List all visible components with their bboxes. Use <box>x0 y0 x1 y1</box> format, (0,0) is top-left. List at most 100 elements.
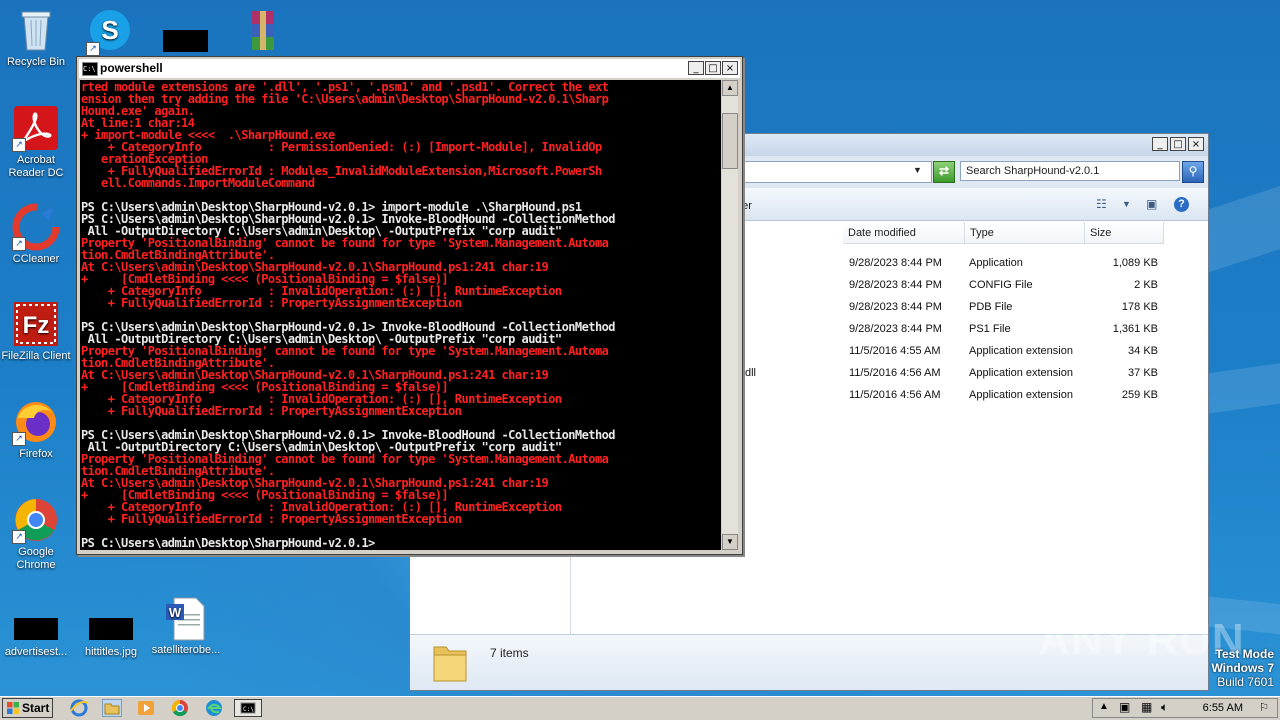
test-mode-line: Test Mode <box>1215 647 1274 661</box>
internet-explorer-icon[interactable] <box>69 699 89 717</box>
svg-text:C:\: C:\ <box>243 706 254 713</box>
skype-icon: S ↗ <box>86 8 134 56</box>
desktop-icon-ccleaner[interactable]: ↗ CCleaner <box>0 203 74 266</box>
test-mode-line: Build 7601 <box>1217 675 1274 689</box>
windows-logo-icon <box>7 702 19 714</box>
desktop-icon-winrar[interactable] <box>224 8 300 58</box>
scroll-up-arrow-icon[interactable]: ▲ <box>722 80 738 96</box>
desktop-icon-advertisest[interactable]: advertisest... <box>0 618 74 659</box>
file-date: 9/28/2023 8:44 PM <box>849 279 942 291</box>
desktop-icon-skype[interactable]: S ↗ <box>72 8 148 58</box>
close-button[interactable]: × <box>1188 137 1204 151</box>
desktop-icon-label: Firefox <box>19 448 53 460</box>
desktop-icon-hittitles[interactable]: hittitles.jpg <box>73 618 149 659</box>
powershell-taskbar-button[interactable]: C:\ <box>234 699 262 717</box>
chrome-icon[interactable] <box>170 699 190 717</box>
redacted-thumbnail <box>89 618 133 640</box>
desktop-icon-firefox[interactable]: ↗ Firefox <box>0 398 74 461</box>
network-icon[interactable]: ▦ <box>1141 700 1152 714</box>
desktop-icon-recycle-bin[interactable]: Recycle Bin <box>0 6 74 69</box>
console-output[interactable]: rted module extensions are '.dll', '.ps1… <box>80 80 721 550</box>
start-button[interactable]: Start <box>2 698 53 718</box>
file-size: 1,089 KB <box>1112 257 1158 269</box>
view-options-icon[interactable]: ☷ <box>1096 197 1107 211</box>
column-header-date-modified[interactable]: Date modified <box>843 222 965 244</box>
scrollbar-thumb[interactable] <box>722 113 738 169</box>
maximize-button[interactable]: □ <box>705 61 721 75</box>
scroll-down-arrow-icon[interactable]: ▼ <box>722 534 738 550</box>
console-icon: C:\ <box>82 62 98 76</box>
shortcut-arrow-icon: ↗ <box>12 530 26 544</box>
file-explorer-icon[interactable] <box>102 699 122 717</box>
console-text: rted module extensions are '.dll', '.ps1… <box>80 80 721 549</box>
word-document-icon: W <box>162 596 210 642</box>
file-size: 178 KB <box>1121 301 1158 313</box>
svg-text:Fz: Fz <box>23 312 50 339</box>
desktop-icon-chrome[interactable]: ↗ Google Chrome <box>0 496 74 572</box>
file-date: 11/5/2016 4:55 AM <box>849 345 941 357</box>
item-count: 7 items <box>490 646 529 660</box>
preview-pane-icon[interactable]: ▣ <box>1146 197 1157 211</box>
clock[interactable]: 6:55 AM <box>1203 702 1243 714</box>
file-type: Application extension <box>969 345 1073 357</box>
vertical-scrollbar[interactable]: ▲ ▼ <box>722 80 738 550</box>
file-size: 259 KB <box>1121 389 1158 401</box>
shortcut-arrow-icon: ↗ <box>12 237 26 251</box>
file-type: Application extension <box>969 367 1073 379</box>
powershell-window[interactable]: C:\ powershell _ □ × rted module extensi… <box>76 56 743 555</box>
desktop-icon-label: satelliterobe... <box>151 644 221 656</box>
search-input[interactable]: Search SharpHound-v2.0.1 <box>960 161 1180 181</box>
start-label: Start <box>22 701 50 715</box>
edge-icon[interactable] <box>204 699 224 717</box>
filezilla-icon: Fz <box>12 300 60 348</box>
minimize-button[interactable]: _ <box>688 61 704 75</box>
volume-icon[interactable]: 🔈︎ <box>1161 700 1168 715</box>
test-mode-line: Windows 7 <box>1211 661 1274 675</box>
console-line: + FullyQualifiedErrorId : PropertyAssign… <box>81 404 462 418</box>
chevron-down-icon[interactable]: ▼ <box>913 165 922 175</box>
redacted-icon[interactable] <box>163 30 208 52</box>
svg-text:S: S <box>101 15 118 45</box>
search-icon[interactable]: ⚲ <box>1182 161 1204 183</box>
desktop-icon-label: Acrobat Reader DC <box>8 154 64 179</box>
console-line: + FullyQualifiedErrorId : PropertyAssign… <box>81 296 462 310</box>
chevron-down-icon[interactable]: ▼ <box>1122 199 1131 209</box>
maximize-button[interactable]: □ <box>1170 137 1186 151</box>
column-header-type[interactable]: Type <box>965 222 1085 244</box>
help-icon[interactable]: ? <box>1174 197 1189 212</box>
test-mode-notice: Test Mode Windows 7 Build 7601 <box>1211 647 1274 689</box>
column-header-size[interactable]: Size <box>1085 222 1164 244</box>
media-player-icon[interactable] <box>136 699 156 717</box>
file-date: 9/28/2023 8:44 PM <box>849 257 942 269</box>
recycle-bin-icon <box>12 6 60 54</box>
powershell-title-bar[interactable]: C:\ powershell _ □ × <box>79 59 740 78</box>
firefox-icon: ↗ <box>12 398 60 446</box>
file-date: 11/5/2016 4:56 AM <box>849 389 941 401</box>
console-line: PS C:\Users\admin\Desktop\SharpHound-v2.… <box>81 536 375 550</box>
file-date: 11/5/2016 4:56 AM <box>849 367 941 379</box>
file-size: 1,361 KB <box>1112 323 1158 335</box>
flag-icon[interactable]: ⚐ <box>1259 701 1269 714</box>
winrar-icon <box>238 8 286 56</box>
close-button[interactable]: × <box>722 61 738 75</box>
file-type: Application <box>969 257 1023 269</box>
refresh-button[interactable]: ⇄ <box>933 161 955 183</box>
desktop-icon-label: CCleaner <box>12 253 60 265</box>
minimize-button[interactable]: _ <box>1152 137 1168 151</box>
file-size: 37 KB <box>1128 367 1158 379</box>
action-center-icon[interactable]: ▣ <box>1119 700 1130 714</box>
file-type: PS1 File <box>969 323 1011 335</box>
desktop-icon-filezilla[interactable]: Fz FileZilla Client <box>0 300 74 363</box>
file-type: PDB File <box>969 301 1013 313</box>
desktop-icon-label: Recycle Bin <box>6 56 66 68</box>
desktop-icon-satelliterobe[interactable]: W satelliterobe... <box>148 596 224 657</box>
desktop-icon-acrobat[interactable]: ↗ Acrobat Reader DC <box>0 104 74 180</box>
shortcut-arrow-icon: ↗ <box>86 42 100 56</box>
show-hidden-icons-icon[interactable]: ▲ <box>1099 701 1109 712</box>
desktop-icon-label: FileZilla Client <box>1 350 71 362</box>
file-date: 9/28/2023 8:44 PM <box>849 301 942 313</box>
shortcut-arrow-icon: ↗ <box>12 138 26 152</box>
file-size: 34 KB <box>1128 345 1158 357</box>
folder-icon <box>432 639 468 683</box>
file-type: CONFIG File <box>969 279 1033 291</box>
